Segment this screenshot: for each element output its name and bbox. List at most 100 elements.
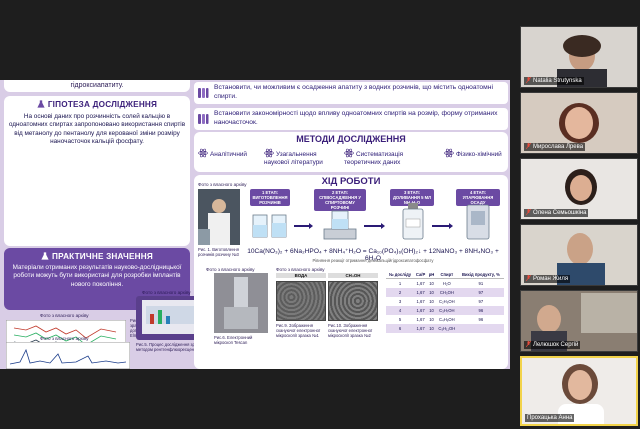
test-tubes-icon [198,114,209,124]
table-cell: CH₃OH [435,288,458,297]
table-header: Спирт [435,271,458,279]
flask-icon [37,100,45,108]
participant-name: Прохацька Анна [525,414,575,422]
sem-photo-caption: Фото з власного архіву [276,267,325,272]
atom-icon [264,148,274,158]
microphone-muted-icon [526,275,531,281]
table-row: 5 1,67 10 C₄H₉OH 96 [386,315,504,324]
fig6-caption: Рис.6. Електронний мікроскоп Tescan [214,335,253,345]
stage-arrow [432,223,453,229]
table-cell: 91 [478,281,484,286]
methods-title: МЕТОДИ ДОСЛІДЖЕННЯ [296,134,406,144]
atom-icon [444,148,454,158]
table-cell: C₄H₉OH [439,317,455,322]
participant-tile[interactable]: Лелюшок Сергій [520,290,638,352]
table-cell: 2 [386,288,415,297]
table-cell: 97 [457,288,504,297]
equation-caption: Рівняння реакції отримання декакальційгі… [312,258,434,263]
stage-arrow [364,223,385,229]
hypothesis-text: На основі даних про розчинність солей ка… [8,113,186,146]
participant-tile[interactable]: Мирослава Лрева [520,92,638,154]
method-item: Фізико-хімічний [444,148,506,159]
table-header: pH [427,271,436,279]
practical-text: Матеріали отриманих результатів науково-… [12,264,182,288]
beakers-icon [252,214,287,238]
participant-tile-active-speaker[interactable]: Прохацька Анна [520,356,638,426]
results-table: № досліду Ca/P pH Спирт Вихід продукту, … [386,271,504,333]
participant-tile[interactable]: Natalia Strutynska [520,26,638,88]
aim-item-2: Встановити закономірності щодо впливу од… [194,108,508,130]
microphone-muted-icon [526,209,531,215]
table-cell: 1,67 [414,324,428,333]
table-cell: 10 [429,281,434,286]
stage-arrow [294,223,313,229]
table-cell: 10 [429,299,434,304]
microphone-muted-icon [526,77,531,83]
participant-tile[interactable]: Роман Жиля [520,224,638,286]
work-photo-caption: Фото з власного архіву [198,182,247,187]
atom-icon [344,148,354,158]
table-cell: C₂H₅OH [439,299,455,304]
reagent-bottle-icon [402,203,424,240]
table-cell: 1,67 [414,306,428,315]
table-cell: 10 [427,306,436,315]
aim-item-1: Встановити, чи можливим є осадження апат… [194,82,508,104]
poster-right-area: Встановити, чи можливим є осадження апат… [190,80,510,369]
photo-caption-fig5: Фото з власного архіву [142,290,191,295]
flask-icon [41,252,49,260]
method-item: Узагальнення наукової літератури [264,148,336,167]
photo-caption: Фото з власного архіву [40,313,89,318]
fig10-caption: Рис.10. Зображення скануючої електронної… [328,323,373,338]
table-cell: 1,67 [416,281,425,286]
table-cell: H₂O [442,281,451,286]
table-header: № досліду [386,271,415,279]
participant-name: Роман Жиля [524,275,571,283]
practical-title: ПРАКТИЧНЕ ЗНАЧЕННЯ [4,252,190,261]
shared-screen-poster: гідроксиапатиту. ГІПОТЕЗА ДОСЛІДЖЕННЯ На… [0,80,510,369]
table-row: 1 1,67 10 H₂O 91 [386,279,504,289]
table-cell: 1,67 [414,288,428,297]
participant-name: Олена Семьошкіна [524,209,589,217]
table-cell: 1,67 [416,299,425,304]
participant-name: Natalia Strutynska [524,77,584,85]
participant-name: Лелюшок Сергій [524,341,581,349]
microscope-photo [214,273,268,333]
table-cell: 96 [457,306,504,315]
table-cell: 4 [386,306,415,315]
sem-label-water: ВОДА [276,273,326,278]
table-cell: 10 [429,317,434,322]
table-cell: 6 [386,324,415,333]
stage-1-label: 1 ЕТАП: ВИГОТОВЛЕННЯ РОЗЧИНІВ [250,189,290,206]
table-cell: C₃H₇OH [435,306,458,315]
atom-icon [198,148,208,158]
table-cell [457,324,504,333]
fig9-caption: Рис.9. Зображення скануючої електронної … [276,323,321,338]
table-cell: 96 [478,317,484,322]
sem-image-2 [328,281,378,321]
xrf-spectrum-strip [6,342,130,369]
table-header: Ca/P [414,271,428,279]
sem-label-methanol: CH₃OH [328,273,378,278]
table-cell: 10 [427,324,436,333]
table-cell: C₅H₁₁OH [435,324,458,333]
table-row: 3 1,67 10 C₂H₅OH 97 [386,297,504,306]
microscope-photo-caption: Фото з власного архіву [206,267,255,272]
methods-card: МЕТОДИ ДОСЛІДЖЕННЯ Аналітичний Узагальне… [194,132,508,172]
table-cell: 3 [398,299,402,304]
video-call-window: гідроксиапатиту. ГІПОТЕЗА ДОСЛІДЖЕННЯ На… [0,0,640,429]
table-cell: 97 [478,299,484,304]
participant-name: Мирослава Лрева [524,143,586,151]
work-progress-card: ХІД РОБОТИ Фото з власного архіву Рис. 1… [194,175,508,369]
participant-tile[interactable]: Олена Семьошкіна [520,158,638,220]
aim-text-2: Встановити закономірності щодо впливу од… [214,110,498,126]
lab-photo [198,189,240,245]
table-cell: 10 [427,288,436,297]
evaporator-icon [466,204,490,240]
participants-panel: Natalia Strutynska Мирослава Лрева Олена… [520,26,638,429]
table-row: 6 1,67 10 C₅H₁₁OH [386,324,504,333]
aim-text-1: Встановити, чи можливим є осадження апат… [214,84,493,100]
stirrer-icon [323,210,357,240]
table-cell: 1 [398,281,402,286]
microphone-muted-icon [526,341,531,347]
method-item: Аналітичний [198,148,258,159]
